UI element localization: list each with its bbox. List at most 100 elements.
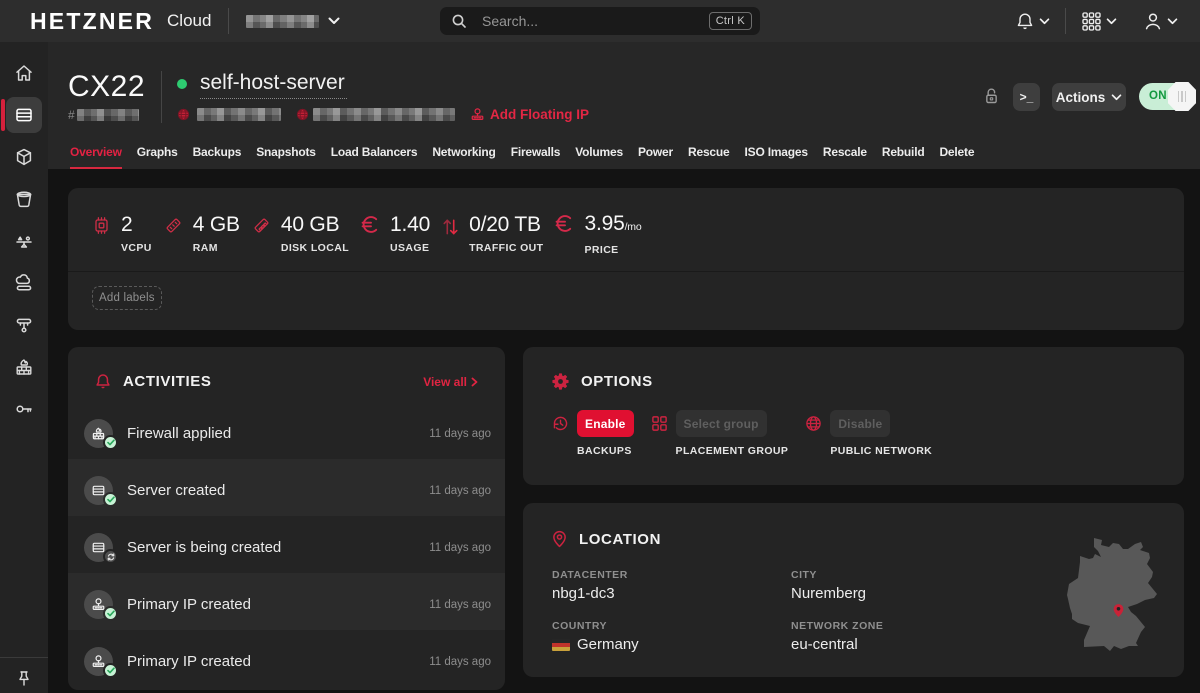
location-card: LOCATION DATACENTER nbg1-dc3 CITY Nuremb… <box>523 503 1184 677</box>
sidebar-item-home[interactable] <box>6 55 42 91</box>
stat-value: 4 GB <box>193 213 240 237</box>
server-name[interactable]: self-host-server <box>200 71 347 99</box>
notifications-button[interactable] <box>1016 12 1050 31</box>
firewall-icon <box>14 357 34 377</box>
add-labels-button[interactable]: Add labels <box>92 286 162 310</box>
chevron-down-icon <box>1106 18 1117 25</box>
cloud-product-label: Cloud <box>167 11 211 31</box>
avatar <box>84 419 113 448</box>
sidebar-item-networks[interactable] <box>6 307 42 343</box>
gear-icon <box>552 373 569 390</box>
tab-volumes[interactable]: Volumes <box>575 139 623 169</box>
sidebar-item-volumes[interactable] <box>6 181 42 217</box>
activity-time: 11 days ago <box>429 542 491 554</box>
check-badge <box>103 663 118 678</box>
power-toggle[interactable]: ON <box>1139 83 1195 110</box>
add-floating-ip-label: Add Floating IP <box>490 107 589 122</box>
sidebar-item-security[interactable] <box>6 391 42 427</box>
pin-icon[interactable] <box>16 670 32 693</box>
chevron-down-icon <box>1111 94 1122 101</box>
field-country: COUNTRY Germany <box>552 620 791 653</box>
tab-backups[interactable]: Backups <box>193 139 242 169</box>
add-floating-ip-link[interactable]: Add Floating IP <box>470 107 589 122</box>
ipv6-redacted <box>313 108 455 121</box>
activity-row: Primary IP created 11 days ago <box>68 573 505 630</box>
server-type: CX22 <box>68 72 145 102</box>
select-placement-group-button: Select group <box>676 410 767 437</box>
stats-row: 2 VCPU 4 GB RAM <box>68 188 1184 271</box>
bell-icon <box>95 373 111 390</box>
sidebar-footer <box>0 657 48 693</box>
sync-badge <box>103 549 118 564</box>
sidebar-item-firewalls[interactable] <box>6 349 42 385</box>
tab-networking[interactable]: Networking <box>432 139 495 169</box>
globe-icon <box>296 108 309 121</box>
stat-value: 40 GB <box>281 213 349 237</box>
lock-icon[interactable] <box>985 87 998 105</box>
status-dot <box>177 79 187 89</box>
options-card: OPTIONS Enable BACKUPS <box>523 347 1184 485</box>
sidebar <box>0 42 48 693</box>
server-icon <box>14 105 34 125</box>
actions-button[interactable]: Actions <box>1052 83 1126 111</box>
server-id-prefix: # <box>68 108 75 122</box>
stat-value: 0/20 TB <box>469 213 543 237</box>
stat-disk: 40 GB DISK LOCAL <box>252 213 349 254</box>
project-selector[interactable] <box>246 15 340 28</box>
stat-label: USAGE <box>390 242 430 254</box>
sidebar-item-load-balancers[interactable] <box>6 223 42 259</box>
sidebar-item-images[interactable] <box>6 139 42 175</box>
avatar <box>84 647 113 676</box>
stat-value: 3.95/mo <box>584 212 641 239</box>
stat-value: 1.40 <box>390 213 430 237</box>
bell-icon <box>1016 12 1034 31</box>
tab-rebuild[interactable]: Rebuild <box>882 139 925 169</box>
search-placeholder: Search... <box>482 13 709 29</box>
globe-icon <box>805 415 822 457</box>
chevron-down-icon <box>1167 18 1178 25</box>
cloud-icon <box>14 273 34 293</box>
tab-overview[interactable]: Overview <box>70 139 122 169</box>
stat-label: VCPU <box>121 242 152 254</box>
disable-public-network-button: Disable <box>830 410 890 437</box>
map-pin-icon <box>1112 602 1125 619</box>
search-icon <box>452 14 466 28</box>
tab-iso-images[interactable]: ISO Images <box>745 139 808 169</box>
stat-label: RAM <box>193 242 240 254</box>
activities-header: ACTIVITIES View all <box>68 347 505 402</box>
chevron-down-icon <box>328 17 340 25</box>
topbar-right <box>1016 0 1200 42</box>
sidebar-item-servers[interactable] <box>6 97 42 133</box>
euro-icon <box>361 215 380 234</box>
tab-delete[interactable]: Delete <box>939 139 974 169</box>
tab-load-balancers[interactable]: Load Balancers <box>331 139 418 169</box>
console-button[interactable]: >_ <box>1013 83 1040 111</box>
stat-label: TRAFFIC OUT <box>469 242 543 254</box>
topbar-divider <box>1065 8 1066 34</box>
user-menu-button[interactable] <box>1144 12 1178 31</box>
tab-snapshots[interactable]: Snapshots <box>256 139 316 169</box>
apps-menu-button[interactable] <box>1082 12 1117 31</box>
server-stats-card: 2 VCPU 4 GB RAM <box>68 188 1184 330</box>
tab-power[interactable]: Power <box>638 139 673 169</box>
hetzner-cloud-console: HETZNER Cloud Search... Ctrl K <box>0 0 1200 693</box>
tab-rescue[interactable]: Rescue <box>688 139 730 169</box>
hetzner-logo: HETZNER <box>30 8 154 35</box>
country-name: Germany <box>577 636 639 653</box>
search-input[interactable]: Search... Ctrl K <box>440 7 760 35</box>
sidebar-items <box>0 42 48 433</box>
topbar-divider <box>228 8 229 34</box>
option-backups: Enable BACKUPS <box>552 410 634 457</box>
cpu-chip-icon <box>92 216 111 235</box>
view-all-link[interactable]: View all <box>423 375 478 389</box>
option-label: PUBLIC NETWORK <box>830 445 932 457</box>
field-label: COUNTRY <box>552 620 791 632</box>
placement-group-icon <box>651 415 668 457</box>
tab-rescale[interactable]: Rescale <box>823 139 867 169</box>
option-label: BACKUPS <box>577 445 634 457</box>
enable-backups-button[interactable]: Enable <box>577 410 634 437</box>
tab-graphs[interactable]: Graphs <box>137 139 178 169</box>
stat-value: 2 <box>121 213 152 237</box>
sidebar-item-floating-ips[interactable] <box>6 265 42 301</box>
tab-firewalls[interactable]: Firewalls <box>511 139 561 169</box>
